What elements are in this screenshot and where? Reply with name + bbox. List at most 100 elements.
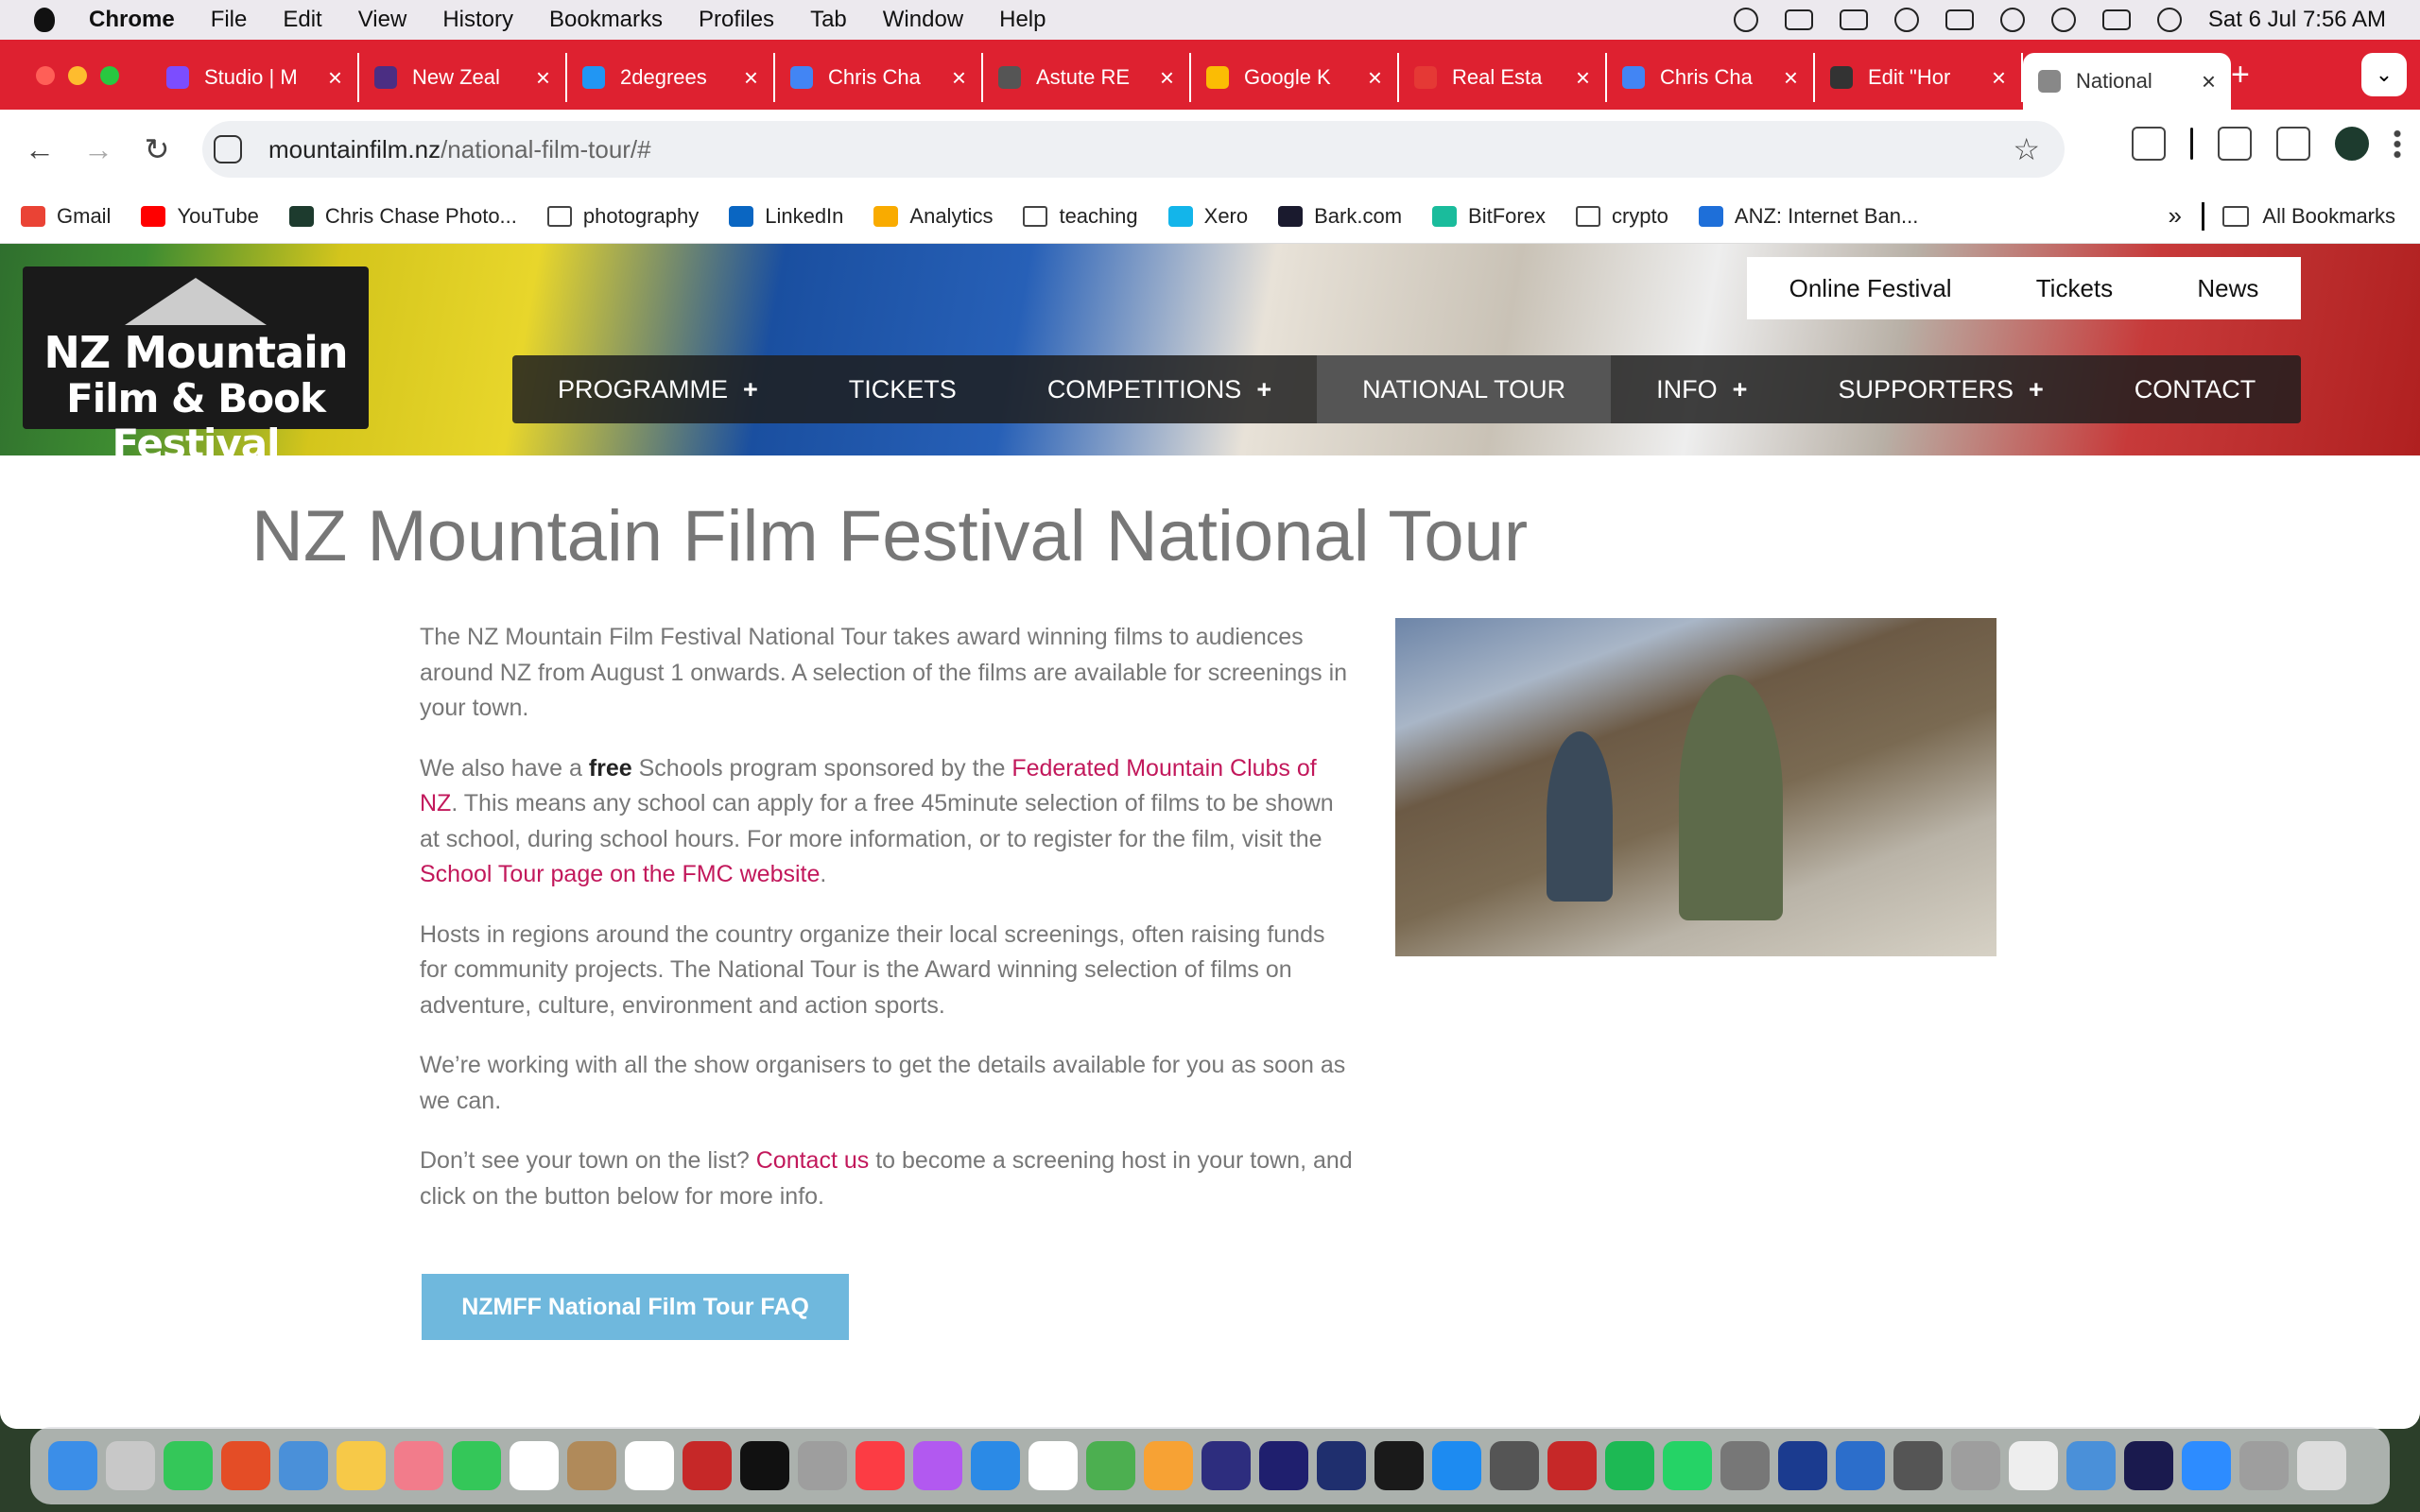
- dock-app-icon[interactable]: [2181, 1441, 2231, 1490]
- bookmark-item[interactable]: BitForex: [1432, 204, 1546, 229]
- dock-app-icon[interactable]: [1489, 1441, 1539, 1490]
- nav-item-competitions[interactable]: COMPETITIONS +: [1002, 355, 1317, 423]
- dock-app-icon[interactable]: [2296, 1441, 2346, 1490]
- menubar-clock[interactable]: Sat 6 Jul 7:56 AM: [2208, 7, 2386, 33]
- airdrop-icon[interactable]: [1893, 8, 1919, 32]
- close-window-button[interactable]: [36, 66, 55, 85]
- window-icon[interactable]: [1839, 9, 1868, 30]
- menu-help[interactable]: Help: [999, 7, 1046, 33]
- dock-app-icon[interactable]: [278, 1441, 328, 1490]
- menu-tab[interactable]: Tab: [810, 7, 847, 33]
- topnav-tickets[interactable]: Tickets: [2036, 274, 2113, 303]
- bookmark-item[interactable]: Gmail: [21, 204, 111, 229]
- close-tab-icon[interactable]: ×: [1368, 63, 1382, 93]
- browser-tab[interactable]: 2degrees ×: [567, 53, 775, 102]
- site-logo[interactable]: NZ Mountain Film & Book Festival: [23, 266, 369, 467]
- dock-app-icon[interactable]: [912, 1441, 962, 1490]
- dock-app-icon[interactable]: [1777, 1441, 1827, 1490]
- address-bar[interactable]: mountainfilm.nz/national-film-tour/# ☆: [202, 121, 2065, 178]
- dock-app-icon[interactable]: [220, 1441, 270, 1490]
- dock-app-icon[interactable]: [451, 1441, 501, 1490]
- bookmark-item[interactable]: teaching: [1023, 204, 1138, 229]
- display-icon[interactable]: [1784, 9, 1813, 30]
- site-info-icon[interactable]: [214, 135, 242, 163]
- browser-tab[interactable]: Edit "Hor ×: [1815, 53, 2023, 102]
- nav-item-info[interactable]: INFO +: [1611, 355, 1792, 423]
- creative-cloud-icon[interactable]: [1733, 8, 1758, 32]
- dock-app-icon[interactable]: [2066, 1441, 2116, 1490]
- forward-arrow-icon[interactable]: →: [79, 130, 117, 168]
- dock-app-icon[interactable]: [1085, 1441, 1135, 1490]
- menu-history[interactable]: History: [442, 7, 513, 33]
- browser-tab[interactable]: National ×: [2023, 53, 2231, 110]
- dock-app-icon[interactable]: [2008, 1441, 2058, 1490]
- bookmark-item[interactable]: LinkedIn: [729, 204, 843, 229]
- dock-app-icon[interactable]: [2123, 1441, 2173, 1490]
- close-tab-icon[interactable]: ×: [2202, 67, 2216, 96]
- all-bookmarks-button[interactable]: All Bookmarks: [2222, 204, 2395, 229]
- bookmark-star-icon[interactable]: ☆: [2013, 131, 2040, 167]
- school-tour-link[interactable]: School Tour page on the FMC website: [420, 861, 820, 887]
- expand-plus-icon[interactable]: +: [743, 375, 758, 404]
- dock-app-icon[interactable]: [105, 1441, 155, 1490]
- browser-tab[interactable]: Real Esta ×: [1399, 53, 1607, 102]
- menu-edit[interactable]: Edit: [283, 7, 321, 33]
- menu-app-chrome[interactable]: Chrome: [89, 7, 175, 33]
- nav-item-tickets[interactable]: TICKETS: [804, 355, 1002, 423]
- dock-app-icon[interactable]: [1893, 1441, 1943, 1490]
- dock-app-icon[interactable]: [2238, 1441, 2289, 1490]
- menu-bookmarks[interactable]: Bookmarks: [549, 7, 663, 33]
- dock-app-icon[interactable]: [1431, 1441, 1481, 1490]
- dock-app-icon[interactable]: [336, 1441, 386, 1490]
- battery-icon[interactable]: [1945, 9, 1974, 30]
- menu-file[interactable]: File: [211, 7, 248, 33]
- dock-app-icon[interactable]: [1316, 1441, 1366, 1490]
- back-arrow-icon[interactable]: ←: [21, 130, 59, 168]
- close-tab-icon[interactable]: ×: [952, 63, 966, 93]
- browser-tab[interactable]: Chris Cha ×: [775, 53, 983, 102]
- close-tab-icon[interactable]: ×: [744, 63, 758, 93]
- browser-tab[interactable]: Astute RE ×: [983, 53, 1191, 102]
- topnav-news[interactable]: News: [2197, 274, 2258, 303]
- bookmark-item[interactable]: crypto: [1575, 204, 1668, 229]
- dock-app-icon[interactable]: [509, 1441, 559, 1490]
- faq-button[interactable]: NZMFF National Film Tour FAQ: [422, 1274, 849, 1340]
- menu-window[interactable]: Window: [883, 7, 963, 33]
- bookmark-item[interactable]: Bark.com: [1278, 204, 1402, 229]
- reload-icon[interactable]: ↻: [138, 130, 176, 168]
- expand-plus-icon[interactable]: +: [1733, 375, 1748, 404]
- media-controls-icon[interactable]: [2276, 127, 2310, 161]
- dock-app-icon[interactable]: [1662, 1441, 1712, 1490]
- extensions-puzzle-icon[interactable]: [2132, 127, 2166, 161]
- dock-app-icon[interactable]: [1201, 1441, 1251, 1490]
- tab-search-chevron-icon[interactable]: ⌄: [2361, 53, 2407, 96]
- menu-profiles[interactable]: Profiles: [699, 7, 774, 33]
- close-tab-icon[interactable]: ×: [1576, 63, 1590, 93]
- close-tab-icon[interactable]: ×: [536, 63, 550, 93]
- bookmark-item[interactable]: ANZ: Internet Ban...: [1698, 204, 1918, 229]
- close-tab-icon[interactable]: ×: [1992, 63, 2006, 93]
- more-menu-icon[interactable]: [2394, 129, 2401, 159]
- browser-tab[interactable]: Chris Cha ×: [1607, 53, 1815, 102]
- dock-app-icon[interactable]: [855, 1441, 905, 1490]
- browser-tab[interactable]: Google K ×: [1191, 53, 1399, 102]
- dock-app-icon[interactable]: [163, 1441, 213, 1490]
- zoom-window-button[interactable]: [100, 66, 119, 85]
- nav-item-contact[interactable]: CONTACT: [2089, 355, 2302, 423]
- spotlight-search-icon[interactable]: [2050, 8, 2076, 32]
- nav-item-national-tour[interactable]: NATIONAL TOUR: [1317, 355, 1612, 423]
- close-tab-icon[interactable]: ×: [1160, 63, 1174, 93]
- bookmark-item[interactable]: YouTube: [141, 204, 259, 229]
- dock-app-icon[interactable]: [970, 1441, 1020, 1490]
- browser-tab[interactable]: Studio | M ×: [151, 53, 359, 102]
- expand-plus-icon[interactable]: +: [1256, 375, 1271, 404]
- minimize-window-button[interactable]: [68, 66, 87, 85]
- close-tab-icon[interactable]: ×: [1784, 63, 1798, 93]
- dock-app-icon[interactable]: [47, 1441, 97, 1490]
- nav-item-programme[interactable]: PROGRAMME +: [512, 355, 804, 423]
- dock-app-icon[interactable]: [1547, 1441, 1597, 1490]
- topnav-online-festival[interactable]: Online Festival: [1789, 274, 1952, 303]
- expand-plus-icon[interactable]: +: [2029, 375, 2044, 404]
- bookmarks-overflow-icon[interactable]: »: [2169, 201, 2182, 231]
- dock-app-icon[interactable]: [566, 1441, 616, 1490]
